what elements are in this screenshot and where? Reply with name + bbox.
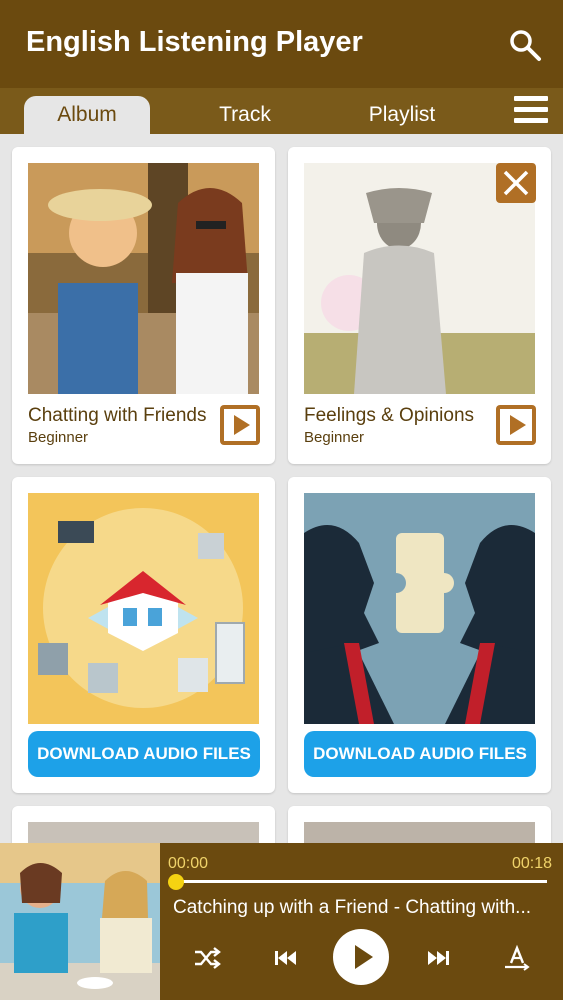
shuffle-icon[interactable] — [192, 943, 222, 973]
album-title: Feelings & Opinions — [304, 405, 475, 426]
font-size-icon[interactable] — [502, 943, 532, 973]
album-level: Beginner — [28, 429, 89, 446]
album-cover-image — [28, 493, 259, 724]
tab-track[interactable]: Track — [190, 96, 300, 134]
search-icon[interactable] — [508, 28, 542, 62]
album-play-button[interactable] — [220, 405, 260, 445]
download-audio-button[interactable]: DOWNLOAD AUDIO FILES — [28, 731, 260, 777]
app-title: English Listening Player — [26, 26, 363, 58]
album-cover-image — [304, 822, 535, 844]
album-cover-image — [28, 822, 259, 844]
play-pause-button[interactable] — [333, 929, 389, 985]
play-icon — [355, 945, 373, 969]
album-cover-image — [304, 493, 535, 724]
menu-icon[interactable] — [514, 96, 548, 126]
progress-bar[interactable] — [176, 880, 547, 883]
play-icon — [224, 409, 256, 441]
app-bar: English Listening Player — [0, 0, 563, 88]
track-title: Catching up with a Friend - Chatting wit… — [173, 897, 532, 918]
album-cover-image — [28, 163, 259, 394]
play-icon — [500, 409, 532, 441]
mini-player: 00:00 00:18 Catching up with a Friend - … — [0, 843, 563, 1000]
track-artwork[interactable] — [0, 843, 160, 1000]
tab-playlist[interactable]: Playlist — [342, 96, 462, 134]
next-icon[interactable] — [424, 943, 454, 973]
previous-icon[interactable] — [270, 943, 300, 973]
album-card[interactable]: Feelings & Opinions Beginner — [288, 147, 551, 464]
duration: 00:18 — [512, 855, 553, 872]
album-card[interactable] — [288, 806, 551, 844]
tab-bar: Album Track Playlist — [0, 88, 563, 134]
album-card[interactable] — [12, 806, 275, 844]
album-card[interactable]: DOWNLOAD AUDIO FILES — [288, 477, 551, 793]
album-card[interactable]: DOWNLOAD AUDIO FILES — [12, 477, 275, 793]
close-icon — [503, 170, 529, 196]
current-time: 00:00 — [168, 855, 209, 872]
download-audio-button[interactable]: DOWNLOAD AUDIO FILES — [304, 731, 536, 777]
close-button[interactable] — [496, 163, 536, 203]
album-title: Chatting with Friends — [28, 405, 207, 426]
album-play-button[interactable] — [496, 405, 536, 445]
album-level: Beginner — [304, 429, 365, 446]
album-card[interactable]: Chatting with Friends Beginner — [12, 147, 275, 464]
album-grid: Chatting with Friends Beginner Feelings … — [0, 134, 563, 844]
progress-knob[interactable] — [168, 874, 184, 890]
tab-album[interactable]: Album — [24, 96, 150, 134]
